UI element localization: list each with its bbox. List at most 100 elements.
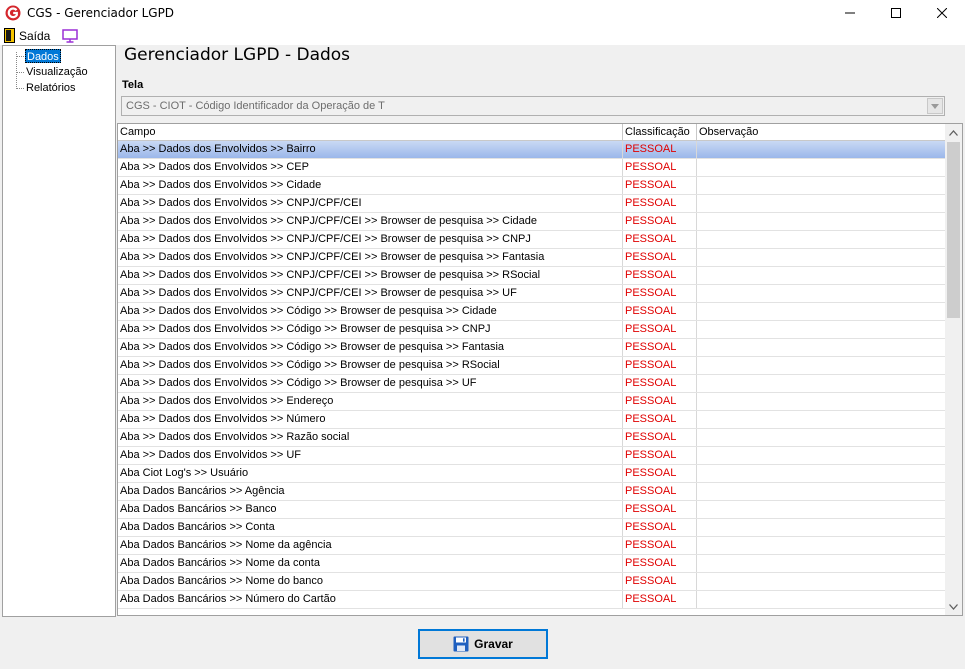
tree-item-dados[interactable]: Dados (25, 49, 61, 63)
cell-observacao[interactable] (697, 375, 946, 392)
table-row[interactable]: Aba >> Dados dos Envolvidos >> UF PESSOAL (118, 447, 946, 465)
cell-campo[interactable]: Aba Dados Bancários >> Nome da conta (118, 555, 623, 572)
cell-classificacao[interactable]: PESSOAL (623, 357, 697, 374)
table-row[interactable]: Aba Dados Bancários >> Nome da agência PE… (118, 537, 946, 555)
cell-campo[interactable]: Aba >> Dados dos Envolvidos >> Código >>… (118, 339, 623, 356)
close-button[interactable] (919, 0, 965, 26)
table-row[interactable]: Aba Dados Bancários >> Conta PESSOAL (118, 519, 946, 537)
cell-observacao[interactable] (697, 555, 946, 572)
cell-observacao[interactable] (697, 357, 946, 374)
exit-menu-item[interactable]: Saída (4, 26, 50, 45)
cell-observacao[interactable] (697, 519, 946, 536)
cell-campo[interactable]: Aba >> Dados dos Envolvidos >> CNPJ/CPF/… (118, 267, 623, 284)
cell-observacao[interactable] (697, 591, 946, 608)
scroll-down-button[interactable] (945, 598, 962, 615)
cell-classificacao[interactable]: PESSOAL (623, 267, 697, 284)
cell-campo[interactable]: Aba >> Dados dos Envolvidos >> CNPJ/CPF/… (118, 249, 623, 266)
table-row[interactable]: Aba >> Dados dos Envolvidos >> Razão soc… (118, 429, 946, 447)
cell-campo[interactable]: Aba Dados Bancários >> Agência (118, 483, 623, 500)
column-header-classificacao[interactable]: Classificação (623, 124, 697, 141)
cell-classificacao[interactable]: PESSOAL (623, 447, 697, 464)
cell-campo[interactable]: Aba >> Dados dos Envolvidos >> CNPJ/CPF/… (118, 195, 623, 212)
cell-classificacao[interactable]: PESSOAL (623, 519, 697, 536)
cell-classificacao[interactable]: PESSOAL (623, 321, 697, 338)
tree-item-relatorios[interactable]: Relatórios (25, 81, 77, 95)
cell-observacao[interactable] (697, 249, 946, 266)
cell-campo[interactable]: Aba >> Dados dos Envolvidos >> Código >>… (118, 321, 623, 338)
cell-campo[interactable]: Aba >> Dados dos Envolvidos >> Código >>… (118, 303, 623, 320)
cell-campo[interactable]: Aba >> Dados dos Envolvidos >> Código >>… (118, 357, 623, 374)
table-row[interactable]: Aba >> Dados dos Envolvidos >> Bairro PES… (118, 141, 946, 159)
cell-campo[interactable]: Aba Dados Bancários >> Nome da agência (118, 537, 623, 554)
table-row[interactable]: Aba >> Dados dos Envolvidos >> Código >>… (118, 375, 946, 393)
cell-classificacao[interactable]: PESSOAL (623, 231, 697, 248)
table-row[interactable]: Aba >> Dados dos Envolvidos >> CNPJ/CPF/… (118, 285, 946, 303)
cell-observacao[interactable] (697, 303, 946, 320)
cell-observacao[interactable] (697, 501, 946, 518)
cell-classificacao[interactable]: PESSOAL (623, 177, 697, 194)
cell-observacao[interactable] (697, 231, 946, 248)
table-row[interactable]: Aba Dados Bancários >> Nome do banco PESS… (118, 573, 946, 591)
cell-classificacao[interactable]: PESSOAL (623, 393, 697, 410)
cell-observacao[interactable] (697, 573, 946, 590)
cell-campo[interactable]: Aba >> Dados dos Envolvidos >> Código >>… (118, 375, 623, 392)
cell-campo[interactable]: Aba >> Dados dos Envolvidos >> Cidade (118, 177, 623, 194)
table-row[interactable]: Aba >> Dados dos Envolvidos >> Código >>… (118, 357, 946, 375)
cell-observacao[interactable] (697, 447, 946, 464)
column-header-campo[interactable]: Campo (118, 124, 623, 141)
cell-classificacao[interactable]: PESSOAL (623, 537, 697, 554)
cell-classificacao[interactable]: PESSOAL (623, 573, 697, 590)
table-row[interactable]: Aba >> Dados dos Envolvidos >> CNPJ/CPF/… (118, 267, 946, 285)
cell-observacao[interactable] (697, 411, 946, 428)
table-row[interactable]: Aba >> Dados dos Envolvidos >> Endereço P… (118, 393, 946, 411)
cell-observacao[interactable] (697, 159, 946, 176)
table-row[interactable]: Aba >> Dados dos Envolvidos >> CNPJ/CPF/… (118, 249, 946, 267)
cell-classificacao[interactable]: PESSOAL (623, 141, 697, 158)
cell-classificacao[interactable]: PESSOAL (623, 213, 697, 230)
cell-classificacao[interactable]: PESSOAL (623, 429, 697, 446)
cell-campo[interactable]: Aba >> Dados dos Envolvidos >> UF (118, 447, 623, 464)
cell-observacao[interactable] (697, 429, 946, 446)
table-row[interactable]: Aba >> Dados dos Envolvidos >> CNPJ/CPF/… (118, 231, 946, 249)
table-row[interactable]: Aba >> Dados dos Envolvidos >> Código >>… (118, 321, 946, 339)
table-row[interactable]: Aba Dados Bancários >> Banco PESSOAL (118, 501, 946, 519)
cell-observacao[interactable] (697, 267, 946, 284)
maximize-button[interactable] (873, 0, 919, 26)
table-row[interactable]: Aba >> Dados dos Envolvidos >> Código >>… (118, 339, 946, 357)
cell-observacao[interactable] (697, 339, 946, 356)
cell-campo[interactable]: Aba >> Dados dos Envolvidos >> Número (118, 411, 623, 428)
cell-campo[interactable]: Aba Dados Bancários >> Nome do banco (118, 573, 623, 590)
table-row[interactable]: Aba Dados Bancários >> Agência PESSOAL (118, 483, 946, 501)
cell-campo[interactable]: Aba >> Dados dos Envolvidos >> CEP (118, 159, 623, 176)
cell-observacao[interactable] (697, 285, 946, 302)
cell-classificacao[interactable]: PESSOAL (623, 339, 697, 356)
cell-classificacao[interactable]: PESSOAL (623, 159, 697, 176)
cell-observacao[interactable] (697, 177, 946, 194)
cell-classificacao[interactable]: PESSOAL (623, 375, 697, 392)
minimize-button[interactable] (827, 0, 873, 26)
cell-observacao[interactable] (697, 213, 946, 230)
cell-classificacao[interactable]: PESSOAL (623, 465, 697, 482)
cell-observacao[interactable] (697, 195, 946, 212)
cell-campo[interactable]: Aba >> Dados dos Envolvidos >> Endereço (118, 393, 623, 410)
cell-campo[interactable]: Aba Ciot Log's >> Usuário (118, 465, 623, 482)
table-row[interactable]: Aba Ciot Log's >> Usuário PESSOAL (118, 465, 946, 483)
table-row[interactable]: Aba Dados Bancários >> Número do Cartão P… (118, 591, 946, 609)
cell-campo[interactable]: Aba >> Dados dos Envolvidos >> Bairro (118, 141, 623, 158)
cell-campo[interactable]: Aba >> Dados dos Envolvidos >> Razão soc… (118, 429, 623, 446)
scroll-up-button[interactable] (945, 124, 962, 141)
cell-classificacao[interactable]: PESSOAL (623, 501, 697, 518)
cell-classificacao[interactable]: PESSOAL (623, 411, 697, 428)
table-row[interactable]: Aba >> Dados dos Envolvidos >> CEP PESSOA… (118, 159, 946, 177)
table-row[interactable]: Aba >> Dados dos Envolvidos >> Cidade PES… (118, 177, 946, 195)
table-row[interactable]: Aba Dados Bancários >> Nome da conta PESS… (118, 555, 946, 573)
table-row[interactable]: Aba >> Dados dos Envolvidos >> Código >>… (118, 303, 946, 321)
column-header-observacao[interactable]: Observação (697, 124, 946, 141)
cell-campo[interactable]: Aba >> Dados dos Envolvidos >> CNPJ/CPF/… (118, 285, 623, 302)
cell-classificacao[interactable]: PESSOAL (623, 555, 697, 572)
cell-observacao[interactable] (697, 483, 946, 500)
cell-observacao[interactable] (697, 141, 946, 158)
save-button[interactable]: Gravar (418, 629, 548, 659)
dropdown-button[interactable] (927, 98, 943, 114)
cell-observacao[interactable] (697, 537, 946, 554)
